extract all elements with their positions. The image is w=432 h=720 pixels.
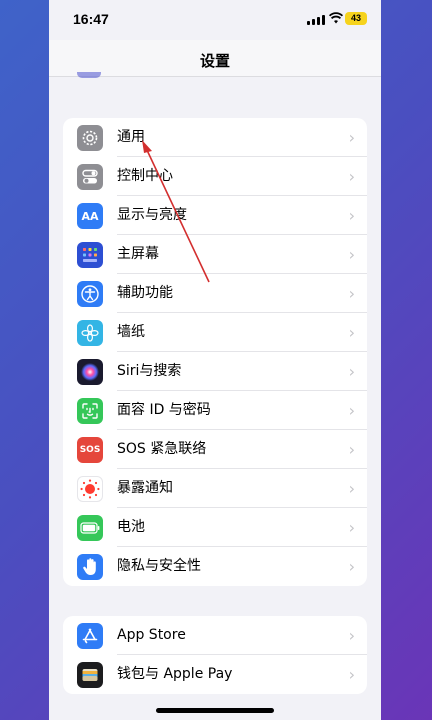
chevron-right-icon: › (348, 626, 355, 645)
chevron-right-icon: › (348, 440, 355, 459)
chevron-right-icon: › (348, 128, 355, 147)
settings-row-label: 通用 (117, 129, 145, 145)
status-time: 16:47 (73, 11, 109, 27)
settings-row-display-brightness[interactable]: AA 显示与亮度 › (63, 196, 367, 235)
settings-row-label: 显示与亮度 (117, 207, 187, 223)
settings-row-privacy-security[interactable]: 隐私与安全性 › (63, 547, 367, 586)
settings-row-emergency-sos[interactable]: SOS SOS 紧急联络 › (63, 430, 367, 469)
switches-icon (77, 164, 103, 190)
battery-icon (77, 515, 103, 541)
settings-row-label: 隐私与安全性 (117, 558, 201, 574)
settings-row-exposure-notifications[interactable]: 暴露通知 › (63, 469, 367, 508)
home-grid-icon (77, 242, 103, 268)
phone-screen: 16:47 43 设置 通用 › 控制中心 › AA 显示与亮度 › 主屏幕 ›… (49, 0, 381, 720)
settings-row-label: 主屏幕 (117, 246, 159, 262)
battery-level: 43 (345, 12, 367, 25)
settings-group-store: App Store › 钱包与 Apple Pay › (63, 616, 367, 694)
chevron-right-icon: › (348, 557, 355, 576)
chevron-right-icon: › (348, 401, 355, 420)
settings-row-home-screen[interactable]: 主屏幕 › (63, 235, 367, 274)
wallet-icon (77, 662, 103, 688)
page-title: 设置 (199, 52, 230, 70)
settings-row-label: 墙纸 (117, 324, 145, 340)
status-bar: 16:47 43 (49, 0, 381, 40)
settings-row-label: 面容 ID 与密码 (117, 402, 211, 418)
settings-row-label: Siri与搜索 (117, 363, 182, 379)
accessibility-icon (77, 281, 103, 307)
settings-row-siri-search[interactable]: Siri与搜索 › (63, 352, 367, 391)
chevron-right-icon: › (348, 167, 355, 186)
settings-row-label: 控制中心 (117, 168, 173, 184)
settings-row-label: 电池 (117, 519, 145, 535)
chevron-right-icon: › (348, 323, 355, 342)
settings-group-general: 通用 › 控制中心 › AA 显示与亮度 › 主屏幕 › 辅助功能 › 墙纸 ›… (63, 118, 367, 586)
settings-row-label: 钱包与 Apple Pay (117, 666, 233, 682)
settings-row-general[interactable]: 通用 › (63, 118, 367, 157)
face-id-icon (77, 398, 103, 424)
chevron-right-icon: › (348, 284, 355, 303)
settings-row-control-center[interactable]: 控制中心 › (63, 157, 367, 196)
settings-row-wallet-apple-pay[interactable]: 钱包与 Apple Pay › (63, 655, 367, 694)
exposure-icon (77, 476, 103, 502)
gear-icon (77, 125, 103, 151)
settings-row-accessibility[interactable]: 辅助功能 › (63, 274, 367, 313)
chevron-right-icon: › (348, 479, 355, 498)
cellular-signal-icon (307, 14, 325, 25)
settings-row-label: 辅助功能 (117, 285, 173, 301)
settings-row-label: 暴露通知 (117, 480, 173, 496)
hand-icon (77, 554, 103, 580)
chevron-right-icon: › (348, 206, 355, 225)
partial-row-icon (77, 72, 101, 78)
wifi-icon (329, 12, 343, 24)
text-size-icon: AA (77, 203, 103, 229)
settings-row-app-store[interactable]: App Store › (63, 616, 367, 655)
chevron-right-icon: › (348, 518, 355, 537)
chevron-right-icon: › (348, 665, 355, 684)
settings-row-label: SOS 紧急联络 (117, 441, 207, 457)
settings-row-wallpaper[interactable]: 墙纸 › (63, 313, 367, 352)
settings-row-face-id-passcode[interactable]: 面容 ID 与密码 › (63, 391, 367, 430)
settings-row-label: App Store (117, 627, 186, 643)
settings-row-battery[interactable]: 电池 › (63, 508, 367, 547)
chevron-right-icon: › (348, 245, 355, 264)
sos-icon: SOS (77, 437, 103, 463)
home-indicator (156, 708, 274, 713)
wallpaper-flower-icon (77, 320, 103, 346)
chevron-right-icon: › (348, 362, 355, 381)
app-store-icon (77, 623, 103, 649)
siri-icon (77, 359, 103, 385)
